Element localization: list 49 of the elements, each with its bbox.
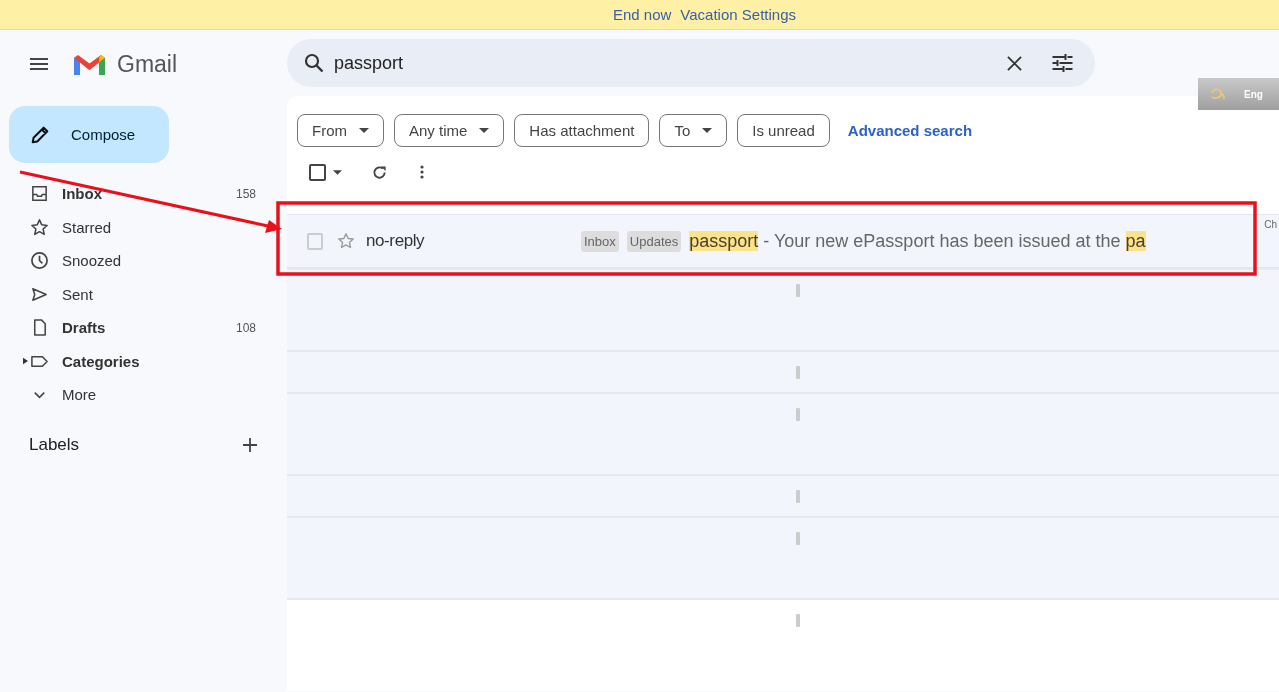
select-all-checkbox[interactable] <box>309 163 326 181</box>
expand-caret-icon[interactable] <box>22 357 28 366</box>
compose-button[interactable]: Compose <box>9 106 169 163</box>
filter-chip[interactable]: To <box>659 114 728 147</box>
language-label: Eng <box>1244 88 1263 100</box>
sidebar-item[interactable]: Snoozed <box>0 244 287 278</box>
caret-icon[interactable] <box>333 169 342 175</box>
add-icon[interactable] <box>243 437 257 452</box>
search-query: passport <box>334 52 405 74</box>
placeholder-mark <box>796 408 800 421</box>
filter-chip[interactable]: Is unread <box>737 114 830 147</box>
truncated-text: Ch <box>1264 219 1277 230</box>
search-field[interactable]: passport <box>287 39 1095 87</box>
placeholder-mark <box>796 366 800 379</box>
placeholder-mark <box>796 490 800 503</box>
refresh-icon[interactable] <box>372 164 387 180</box>
sidebar-item[interactable]: Starred <box>0 210 287 244</box>
sidebar-item[interactable]: More <box>0 378 287 412</box>
placeholder-mark <box>796 614 800 627</box>
sidebar-item[interactable]: Categories <box>0 344 287 378</box>
sidebar-item[interactable]: Sent <box>0 277 287 311</box>
row-checkbox[interactable] <box>307 232 323 250</box>
banner-link[interactable]: End now <box>613 6 672 23</box>
label-tag[interactable]: Inbox <box>581 230 619 252</box>
inbox-icon <box>30 184 49 204</box>
star-icon <box>30 217 49 237</box>
email-row[interactable]: no-reply Inbox Updates passport - Your new ePassport has been issued at the pa Ch <box>287 214 1279 268</box>
menu-icon[interactable] <box>30 58 48 70</box>
filter-chip[interactable]: Has attachment <box>514 114 650 147</box>
email-snippet: passport - Your new ePassport has been issued at the pa <box>689 230 1146 252</box>
filter-chip[interactable]: From <box>297 114 384 147</box>
banner-link[interactable]: Vacation Settings <box>680 6 796 23</box>
labels-heading: Labels <box>29 434 80 455</box>
app-name: Gmail <box>117 50 178 78</box>
more-options-icon[interactable] <box>420 165 424 179</box>
email-sender: no-reply <box>366 231 426 251</box>
placeholder-mark <box>796 532 800 545</box>
placeholder-mark <box>796 284 800 297</box>
sidebar-item[interactable]: Drafts 108 <box>0 311 287 345</box>
search-icon[interactable] <box>304 53 324 73</box>
filter-chip[interactable]: Any time <box>394 114 505 147</box>
script-glyph-icon <box>1210 87 1226 101</box>
sidebar-item[interactable]: Inbox 158 <box>0 177 287 211</box>
filter-options-icon[interactable] <box>1052 54 1073 72</box>
close-icon[interactable] <box>1007 55 1022 71</box>
star-icon[interactable] <box>337 232 355 250</box>
clock-icon <box>30 251 49 271</box>
advanced-search-link[interactable]: Advanced search <box>847 122 973 139</box>
label-tag[interactable]: Updates <box>626 230 682 252</box>
